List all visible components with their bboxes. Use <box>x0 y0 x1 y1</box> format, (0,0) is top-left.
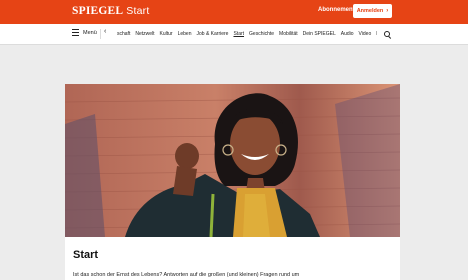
nav-divider <box>100 29 101 39</box>
nav-items: schaft Netzwelt Kultur Leben Job & Karriere S… <box>117 31 377 37</box>
top-bar: SPIEGEL Start Abonnement Anmelden › <box>0 0 468 24</box>
spiegel-logo[interactable]: SPIEGEL Start <box>72 5 149 17</box>
menu-icon <box>72 29 79 36</box>
nav-item[interactable]: Geschichte <box>249 31 274 37</box>
article-teaser: Ist das schon der Ernst des Lebens? Antw… <box>73 272 300 278</box>
hero-illustration <box>65 84 400 237</box>
chevron-right-icon: › <box>386 8 389 14</box>
section-name: Start <box>126 5 150 17</box>
chevron-left-icon[interactable]: ‹ <box>104 28 106 35</box>
nav-item[interactable]: Netzwelt <box>135 31 154 37</box>
subscription-link[interactable]: Abonnement <box>318 7 355 13</box>
nav-item[interactable]: Kultur <box>160 31 173 37</box>
nav-item[interactable]: Dein SPIEGEL <box>303 31 336 37</box>
nav-item[interactable]: English <box>376 31 377 37</box>
nav-item[interactable]: Audio <box>341 31 354 37</box>
menu-button[interactable]: Menü <box>72 29 97 36</box>
login-label: Anmelden <box>356 8 384 14</box>
hero-image[interactable] <box>65 84 400 237</box>
login-button[interactable]: Anmelden › <box>353 4 392 18</box>
nav-item[interactable]: Mobilität <box>279 31 298 37</box>
brand-name: SPIEGEL <box>72 5 124 17</box>
section-nav: Menü ‹ schaft Netzwelt Kultur Leben Job & Ka… <box>0 24 468 45</box>
nav-item[interactable]: Start <box>233 31 244 37</box>
article-card[interactable]: Start Ist das schon der Ernst des Lebens… <box>65 237 400 280</box>
nav-item[interactable]: Video <box>359 31 372 37</box>
nav-item[interactable]: Leben <box>178 31 192 37</box>
article-title: Start <box>73 249 99 261</box>
nav-item[interactable]: schaft <box>117 31 130 37</box>
nav-item[interactable]: Job & Karriere <box>197 31 229 37</box>
search-icon[interactable] <box>384 31 390 37</box>
menu-label: Menü <box>83 29 97 36</box>
